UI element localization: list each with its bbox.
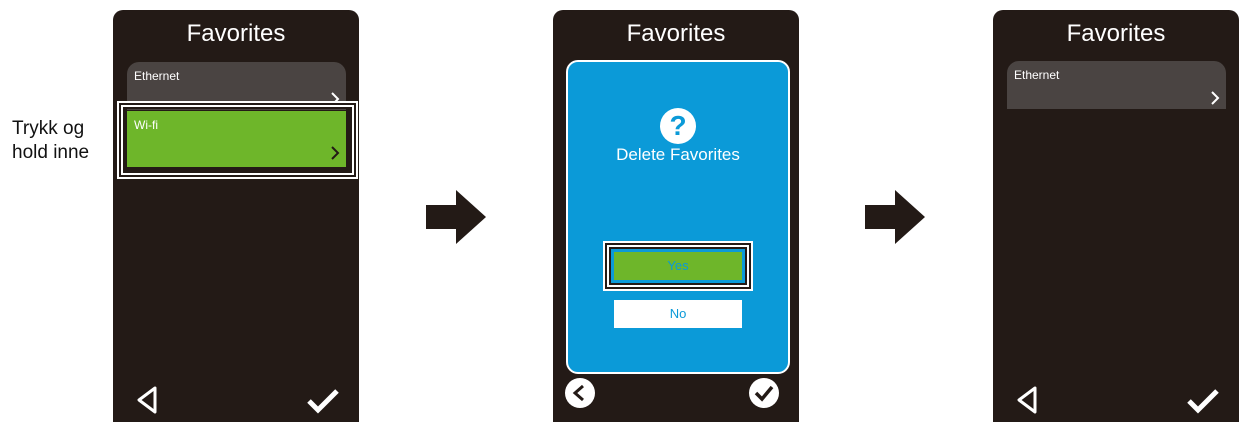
list-item-label: Wi-fi <box>134 118 158 132</box>
screen-title: Favorites <box>1066 20 1166 47</box>
list-item-ethernet[interactable]: Ethernet <box>1007 61 1226 109</box>
back-circle-icon[interactable] <box>565 378 595 408</box>
confirm-circle-icon[interactable] <box>749 378 779 408</box>
checkmark-icon[interactable] <box>306 388 340 414</box>
back-triangle-icon[interactable] <box>135 385 159 415</box>
screen-title: Favorites <box>186 20 286 47</box>
screen-favorites-before: Favorites Ethernet Wi-fi <box>113 10 359 422</box>
list-item-ethernet[interactable]: Ethernet <box>127 62 346 110</box>
arrow-right-icon <box>865 190 925 244</box>
chevron-right-icon <box>331 92 340 106</box>
back-triangle-icon[interactable] <box>1015 385 1039 415</box>
screen-title: Favorites <box>626 20 726 47</box>
instruction-line-1: Trykk og <box>12 118 85 139</box>
list-item-wifi[interactable]: Wi-fi <box>127 111 346 167</box>
delete-favorites-dialog: ? Delete Favorites Yes No <box>566 60 790 374</box>
instruction-text: Trykk og hold inne <box>12 117 89 165</box>
no-button[interactable]: No <box>614 300 742 328</box>
list-item-label: Ethernet <box>1014 68 1060 82</box>
list-item-label: Ethernet <box>134 69 180 83</box>
chevron-right-icon <box>1211 91 1220 105</box>
dialog-title: Delete Favorites <box>616 145 740 164</box>
yes-button[interactable]: Yes <box>614 252 742 280</box>
question-icon: ? <box>660 108 696 144</box>
instruction-line-2: hold inne <box>12 142 90 163</box>
screen-delete-dialog: Favorites ? Delete Favorites Yes No <box>553 10 799 422</box>
checkmark-icon[interactable] <box>1186 388 1220 414</box>
chevron-right-icon <box>331 146 340 160</box>
screen-favorites-after: Favorites Ethernet <box>993 10 1239 422</box>
arrow-right-icon <box>426 190 486 244</box>
